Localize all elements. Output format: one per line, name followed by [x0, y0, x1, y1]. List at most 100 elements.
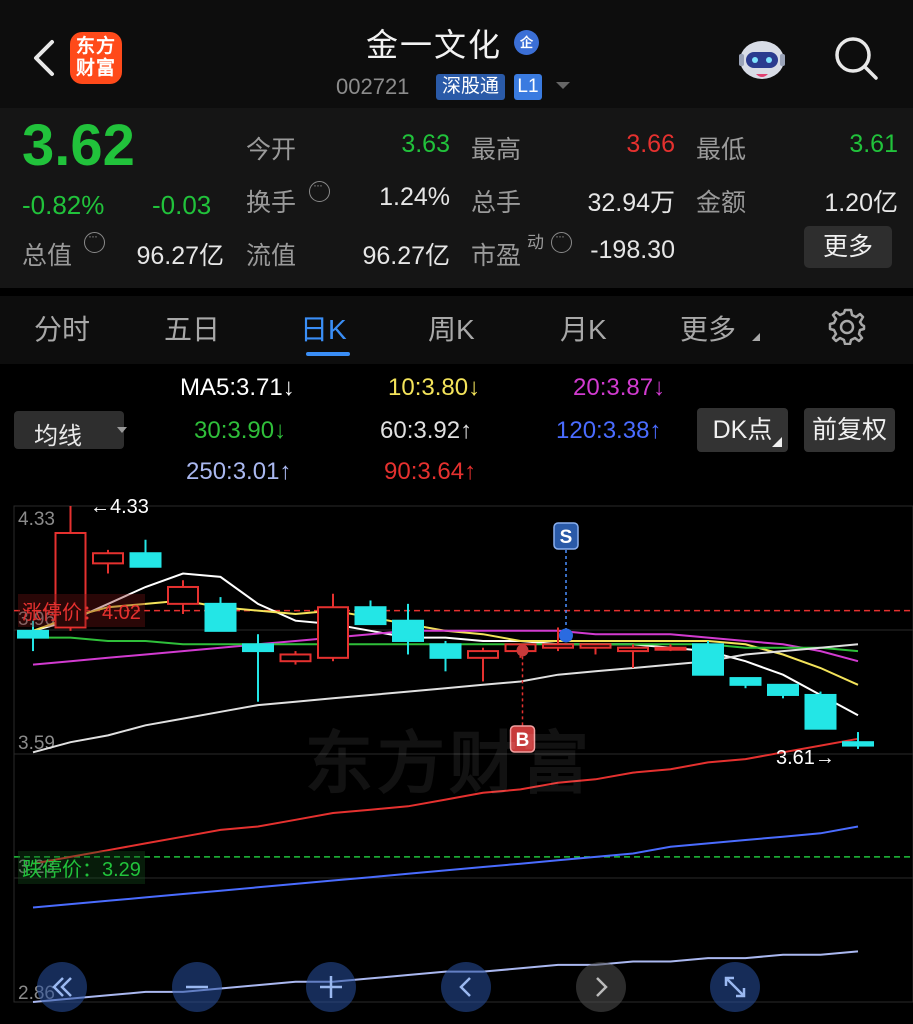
info-icon[interactable]	[551, 229, 572, 253]
limit-down-label: 跌停价：3.29	[18, 851, 145, 884]
candle-up	[467, 650, 499, 659]
candle-down	[354, 606, 387, 626]
candle-down	[804, 693, 837, 730]
candle-up	[617, 646, 649, 653]
candle-up	[542, 643, 574, 649]
change-amount: -0.03	[152, 190, 212, 220]
low-label: 最低	[696, 136, 747, 164]
candle-up	[579, 643, 612, 649]
connect-tag[interactable]: 深股通	[436, 74, 506, 100]
buy-marker-dot	[516, 644, 529, 657]
candle-down	[842, 741, 874, 747]
level-tag[interactable]: L1	[514, 74, 542, 100]
prev-button[interactable]	[441, 962, 491, 1012]
candle-down	[729, 677, 762, 686]
candle-up	[317, 606, 349, 659]
open-value: 3.63	[401, 130, 450, 158]
pe-label: 市盈	[471, 242, 522, 270]
level-dropdown-icon[interactable]	[556, 82, 570, 89]
ma30-legend: 30:3.90↓	[194, 417, 287, 444]
pe-dynamic-sup: 动	[527, 233, 544, 252]
ma120-line	[32, 825, 859, 909]
candle-up	[654, 646, 687, 651]
tab-daily-k[interactable]: 日K	[300, 308, 347, 348]
tab-monthly-k[interactable]: 月K	[560, 308, 607, 348]
zoom-out-button[interactable]	[172, 962, 222, 1012]
candle-down	[129, 552, 162, 568]
prev-icon	[459, 977, 471, 997]
total-mv-label: 总值	[22, 242, 73, 270]
candle-up	[92, 552, 124, 565]
sell-marker-text: S	[560, 527, 573, 548]
ma10-legend: 10:3.80↓	[388, 374, 481, 401]
stock-code: 002721	[336, 74, 410, 99]
candle-down	[204, 602, 237, 632]
turnover-value: 1.24%	[379, 183, 450, 211]
indicator-selector[interactable]: 均线	[14, 411, 127, 450]
rewind-icon	[52, 977, 72, 997]
candle-up	[279, 653, 312, 663]
ma20-legend: 20:3.87↓	[573, 374, 666, 401]
back-arrow-icon[interactable]	[28, 36, 60, 80]
watermark: 东方财富	[305, 726, 594, 802]
float-mv-value: 96.27亿	[362, 242, 450, 270]
more-quote-button[interactable]: 更多	[804, 226, 892, 268]
candle-down	[242, 643, 274, 653]
change-percent: -0.82%	[22, 190, 105, 220]
candle-down	[392, 619, 424, 642]
high-marker: ←4.33	[90, 496, 149, 518]
candle-down	[429, 643, 462, 659]
fullscreen-icon	[724, 976, 746, 998]
robot-assistant-icon[interactable]	[736, 34, 788, 82]
current-price: 3.62	[22, 113, 135, 178]
limit-up-label: 涨停价：4.02	[18, 594, 145, 627]
info-icon[interactable]	[309, 178, 330, 202]
zoom-in-icon	[320, 976, 342, 998]
amount-label: 金额	[696, 189, 747, 217]
fullscreen-button[interactable]	[710, 962, 760, 1012]
next-button[interactable]	[576, 962, 626, 1012]
low-marker: 3.61→	[776, 747, 835, 769]
tab-five-day[interactable]: 五日	[164, 308, 220, 348]
info-icon[interactable]	[84, 229, 105, 253]
period-tabs: 分时 五日 日K 周K 月K 更多	[0, 296, 913, 364]
dk-dropdown-icon	[772, 437, 782, 447]
ma90-legend: 90:3.64↑	[384, 458, 477, 485]
volume-label: 总手	[471, 189, 522, 217]
stock-name[interactable]: 金一文化	[366, 20, 502, 66]
next-icon	[596, 977, 608, 997]
sell-marker-dot	[559, 628, 573, 643]
zoom-in-button[interactable]	[306, 962, 356, 1012]
enterprise-badge-icon: 企	[514, 30, 539, 55]
active-tab-indicator	[306, 352, 350, 356]
candle-down	[767, 683, 799, 696]
chevron-down-icon	[117, 427, 127, 433]
adjust-button[interactable]: 前复权	[804, 408, 895, 452]
zoom-out-icon	[186, 985, 208, 989]
ma250-legend: 250:3.01↑	[186, 458, 292, 485]
candle-down	[692, 643, 724, 676]
open-label: 今开	[246, 136, 297, 164]
high-value: 3.66	[626, 130, 675, 158]
ma5-legend: MA5:3.71↓	[180, 374, 295, 401]
tab-intraday[interactable]: 分时	[34, 308, 90, 348]
tab-more[interactable]: 更多	[680, 308, 736, 348]
more-dropdown-icon	[752, 333, 760, 341]
candle-down	[17, 629, 49, 639]
eastmoney-logo: 东方 财富	[70, 32, 122, 84]
amount-value: 1.20亿	[824, 189, 898, 217]
gear-icon[interactable]	[828, 307, 866, 345]
candle-up	[167, 585, 199, 605]
tab-weekly-k[interactable]: 周K	[428, 308, 475, 348]
search-icon[interactable]	[832, 34, 880, 82]
low-value: 3.61	[849, 130, 898, 158]
ma120-legend: 120:3.38↑	[556, 417, 662, 444]
app-header: 东方 财富 金一文化 企 002721 深股通 L1	[0, 0, 913, 108]
rewind-button[interactable]	[37, 962, 87, 1012]
turnover-label: 换手	[246, 189, 297, 217]
total-mv-value: 96.27亿	[136, 242, 224, 270]
ma60-legend: 60:3.92↑	[380, 417, 473, 444]
y-tick-label: 4.33	[18, 509, 55, 530]
float-mv-label: 流值	[246, 242, 297, 270]
volume-value: 32.94万	[587, 189, 675, 217]
